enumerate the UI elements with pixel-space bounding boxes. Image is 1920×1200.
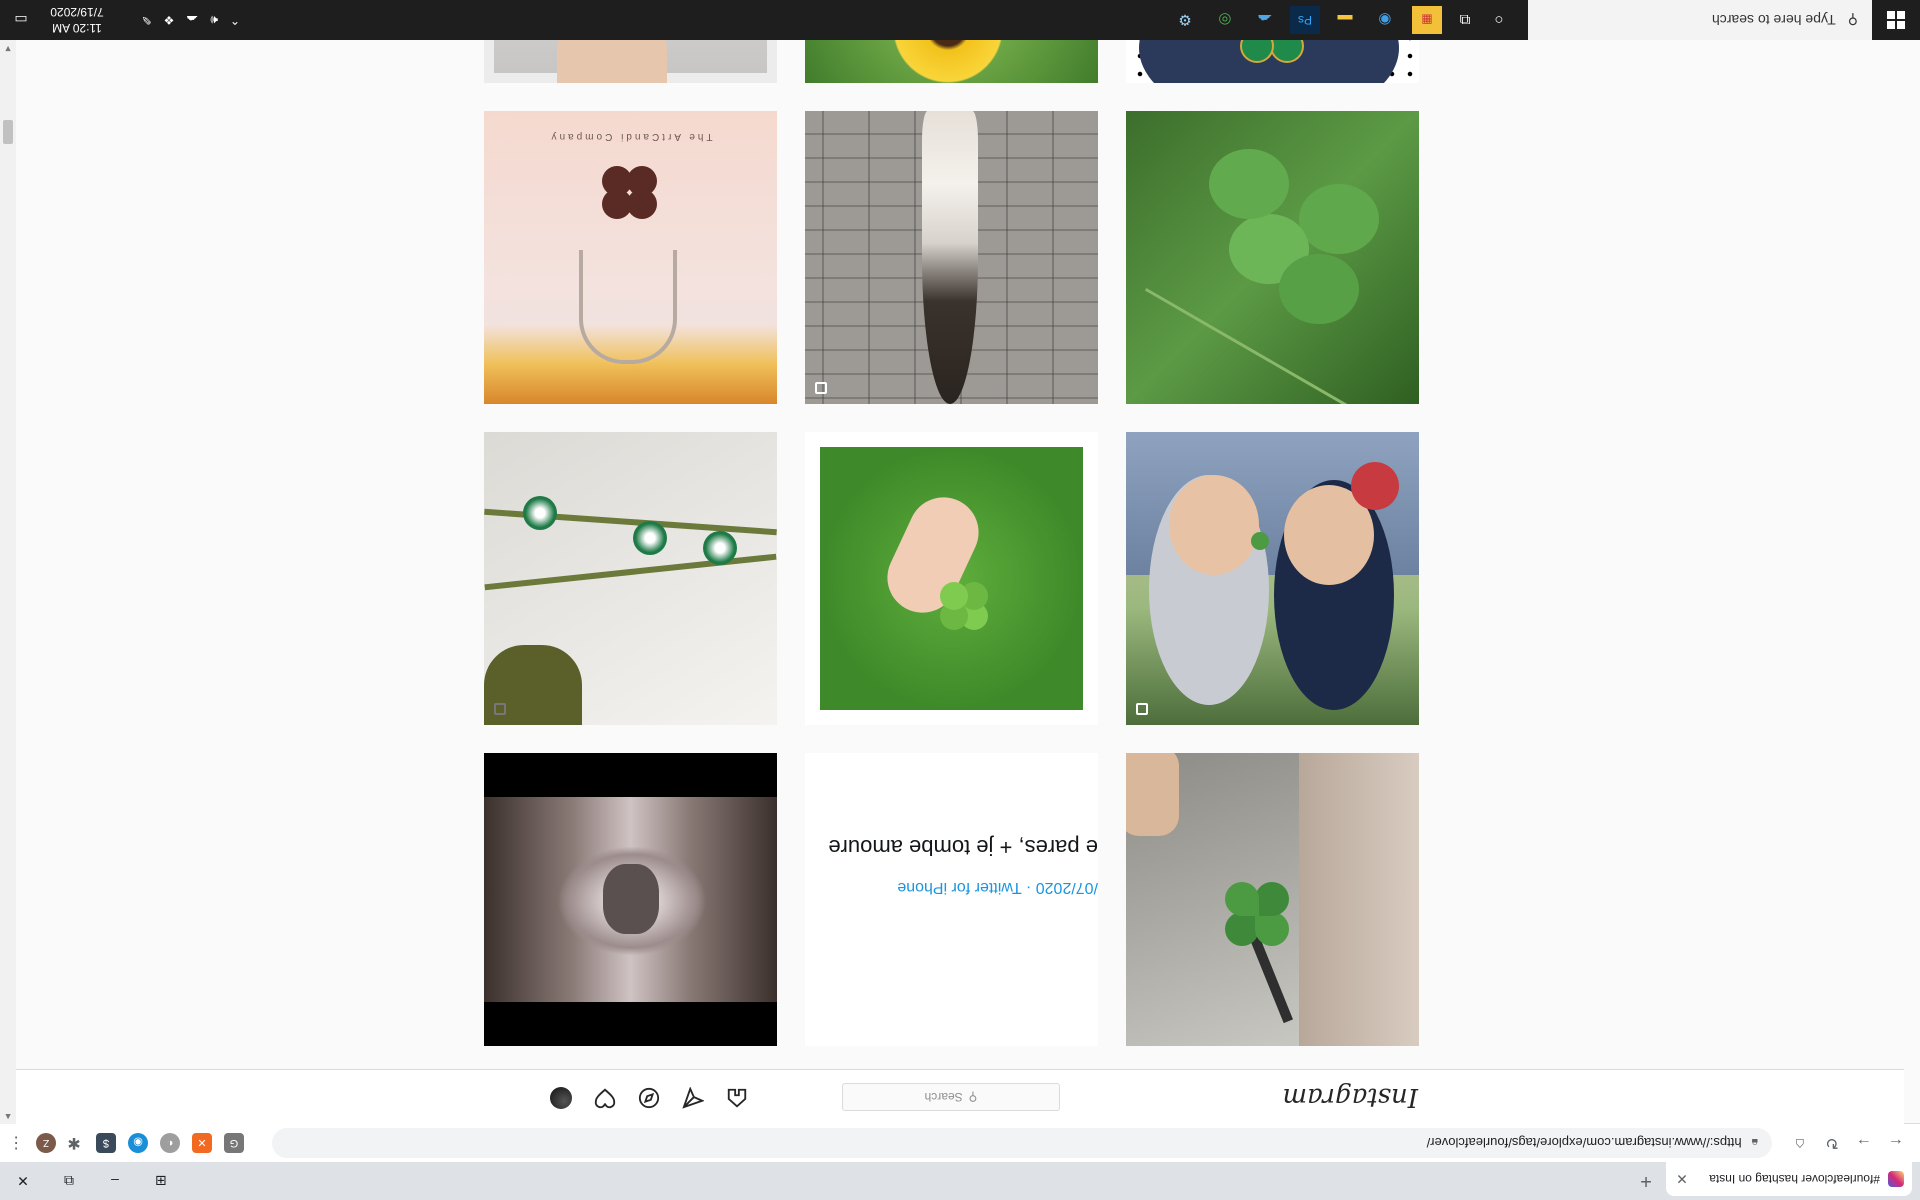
taskbar-search-box[interactable]: ⚲ Type here to search: [1528, 0, 1872, 40]
instagram-header: Instagram ⚲ Search: [16, 1069, 1904, 1124]
brand-caption: The ArtCandi Company: [548, 131, 713, 142]
clock-date: 7/19/2020: [50, 5, 104, 19]
dropbox-icon[interactable]: ❖: [164, 13, 175, 27]
windows-logo-icon: [1887, 11, 1905, 29]
extension-g-icon[interactable]: G: [224, 1133, 244, 1153]
new-tab-button[interactable]: +: [1634, 1168, 1658, 1192]
direct-messages-icon[interactable]: [680, 1085, 706, 1111]
profile-avatar[interactable]: Z: [36, 1133, 56, 1153]
multiple-photos-icon: [1136, 703, 1148, 715]
windows-taskbar: ⚲ Type here to search ○ ⧉ ▦ ◉ ▬ Ps ☁ ◎ ⚙…: [0, 0, 1920, 40]
onedrive-cloud-icon[interactable]: ☁: [186, 13, 198, 27]
extension-globe-icon[interactable]: ◉: [128, 1133, 148, 1153]
notifications-icon[interactable]: ▭: [6, 6, 36, 34]
instagram-logo[interactable]: Instagram: [1282, 1082, 1418, 1112]
grid-post[interactable]: [484, 753, 777, 1046]
volume-icon[interactable]: 🔊︎: [210, 13, 218, 28]
multiple-photos-icon: [494, 703, 506, 715]
grid-post[interactable]: [1126, 432, 1419, 725]
home-icon[interactable]: [724, 1085, 750, 1111]
search-icon: ⚲: [968, 1090, 978, 1104]
forward-icon[interactable]: →: [1852, 1131, 1876, 1155]
system-clock[interactable]: 11:20 AM 7/19/2020: [42, 4, 112, 36]
system-tray: ⌃ 🔊︎ ☁ ❖ ✎: [142, 0, 240, 40]
grid-post[interactable]: [484, 432, 777, 725]
explore-compass-icon[interactable]: [636, 1085, 662, 1111]
page-scrollbar[interactable]: ▲ ▼: [0, 40, 16, 1124]
grid-post[interactable]: [805, 432, 1098, 725]
browser-toolbar: ← → ↻ ⌂ 🔒︎ https://www.instagram.com/exp…: [0, 1123, 1920, 1162]
activity-heart-icon[interactable]: [592, 1085, 618, 1111]
multiple-photos-icon: [815, 382, 827, 394]
tray-overflow-chevron-icon[interactable]: ⌃: [230, 13, 240, 27]
tab-title: #fourleafclover hashtag on Insta: [1709, 1172, 1880, 1186]
close-window-icon[interactable]: ✕: [0, 1162, 46, 1200]
grid-post[interactable]: The ArtCandi Company: [484, 111, 777, 404]
edge-icon[interactable]: ◉: [1370, 6, 1400, 34]
address-bar[interactable]: 🔒︎ https://www.instagram.com/explore/tag…: [272, 1128, 1772, 1158]
instagram-nav-icons: [548, 1085, 750, 1111]
reload-icon[interactable]: ↻: [1820, 1131, 1844, 1155]
scroll-up-icon[interactable]: ▲: [3, 1110, 13, 1122]
minimize-icon[interactable]: –: [92, 1162, 138, 1200]
tweet-meta: /07/2020 · Twitter for iPhone: [897, 879, 1098, 896]
start-button[interactable]: [1872, 0, 1920, 40]
pen-icon[interactable]: ✎: [142, 13, 152, 27]
url-text: https://www.instagram.com/explore/tags/f…: [1426, 1135, 1742, 1151]
browser-menu-icon[interactable]: ⋮: [6, 1133, 26, 1153]
scroll-down-icon[interactable]: ▼: [3, 42, 13, 54]
close-tab-icon[interactable]: ✕: [1674, 1171, 1690, 1188]
task-view-icon[interactable]: ⧉: [1450, 6, 1480, 34]
tweet-text: e pares, + je tombe amoure: [828, 835, 1098, 860]
clock-time: 11:20 AM: [52, 21, 102, 35]
grid-post[interactable]: /07/2020 · Twitter for iPhone e pares, +…: [805, 753, 1098, 1046]
extensions-puzzle-icon[interactable]: ✱: [64, 1133, 84, 1153]
back-icon[interactable]: ←: [1884, 1131, 1908, 1155]
cortana-icon[interactable]: ○: [1484, 6, 1514, 34]
search-icon: ⚲: [1847, 12, 1858, 29]
microsoft-store-icon[interactable]: ▦: [1412, 6, 1442, 34]
extension-circle-icon[interactable]: ◐: [160, 1133, 180, 1153]
chrome-icon[interactable]: ◎: [1210, 6, 1240, 34]
grid-post[interactable]: [1126, 111, 1419, 404]
home-icon[interactable]: ⌂: [1788, 1131, 1812, 1155]
weather-app-icon[interactable]: ☁: [1250, 6, 1280, 34]
browser-tab-strip: #fourleafclover hashtag on Insta ✕ + ⊞ –…: [0, 1162, 1920, 1200]
taskbar-search-placeholder: Type here to search: [1711, 12, 1836, 28]
hashtag-post-grid: /07/2020 · Twitter for iPhone e pares, +…: [16, 0, 1904, 1070]
tab-search-icon[interactable]: ⊞: [138, 1162, 184, 1200]
restore-icon[interactable]: ⧉: [46, 1162, 92, 1200]
extension-x-icon[interactable]: ✕: [192, 1133, 212, 1153]
file-explorer-icon[interactable]: ▬: [1330, 6, 1360, 34]
browser-tab[interactable]: #fourleafclover hashtag on Insta ✕: [1666, 1162, 1912, 1196]
instagram-favicon-icon: [1888, 1171, 1904, 1187]
screen: #fourleafclover hashtag on Insta ✕ + ⊞ –…: [0, 0, 1920, 1200]
extension-stack-icon[interactable]: $: [96, 1133, 116, 1153]
search-placeholder: Search: [924, 1090, 963, 1104]
profile-avatar[interactable]: [548, 1085, 574, 1111]
instagram-search-box[interactable]: ⚲ Search: [842, 1083, 1060, 1111]
grid-post[interactable]: [1126, 753, 1419, 1046]
grid-post[interactable]: [805, 111, 1098, 404]
scrollbar-thumb[interactable]: [3, 120, 13, 144]
settings-gear-icon[interactable]: ⚙: [1170, 6, 1200, 34]
photoshop-icon[interactable]: Ps: [1290, 6, 1320, 34]
lock-icon[interactable]: 🔒︎: [1752, 1136, 1758, 1151]
